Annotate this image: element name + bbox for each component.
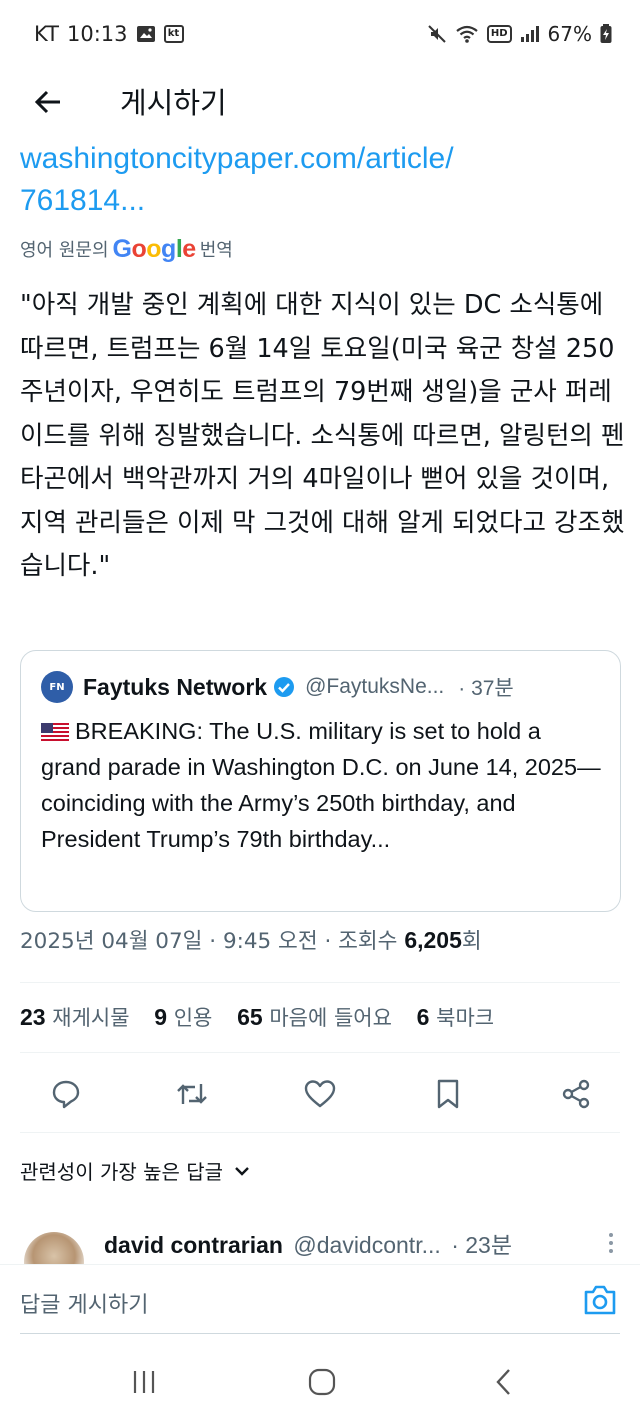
stat-likes[interactable]: 65 마음에 들어요	[237, 1004, 392, 1030]
reply-author-name[interactable]: david contrarian	[104, 1232, 283, 1258]
clock: 10:13	[66, 22, 128, 46]
top-app-bar: 게시하기	[0, 74, 640, 130]
reply-button[interactable]	[48, 1076, 84, 1112]
replies-sort-dropdown[interactable]: 관련성이 가장 높은 답글	[20, 1156, 251, 1185]
stat-quotes[interactable]: 9 인용	[154, 1004, 212, 1030]
home-button[interactable]	[302, 1366, 342, 1398]
status-bar: KT 10:13 kt HD 67%	[0, 0, 640, 72]
reply-header: david contrarian @davidcontr... · 23분	[104, 1226, 512, 1260]
translate-prefix: 영어 원문의	[20, 240, 109, 261]
action-bar	[0, 1066, 640, 1122]
divider	[20, 1052, 620, 1053]
quoted-tweet-header: FN Faytuks Network @FaytuksNe... · 37분	[41, 671, 514, 703]
engagement-stats: 23 재게시물 9 인용 65 마음에 들어요 6 북마크	[20, 1002, 512, 1032]
reply-author-handle[interactable]: @davidcontr...	[293, 1232, 440, 1258]
nav-back-button[interactable]	[484, 1366, 524, 1398]
home-icon	[308, 1368, 336, 1396]
system-nav-bar	[0, 1340, 640, 1422]
signal-icon	[520, 26, 539, 42]
repost-button[interactable]	[174, 1076, 210, 1112]
mute-icon	[428, 25, 446, 43]
translation-attribution[interactable]: 영어 원문의 Google 번역	[20, 232, 233, 266]
recent-apps-button[interactable]	[124, 1366, 164, 1398]
reply-time: · 23분	[451, 1232, 513, 1258]
translate-suffix: 번역	[199, 240, 233, 261]
reply-composer: 답글 게시하기	[0, 1264, 640, 1334]
divider	[20, 982, 620, 983]
reply-author-avatar[interactable]	[24, 1232, 84, 1264]
bookmark-icon	[437, 1079, 459, 1109]
article-link[interactable]: washingtoncitypaper.com/article/ 761814.…	[20, 138, 620, 222]
reply-item[interactable]: david contrarian @davidcontr... · 23분	[0, 1218, 640, 1264]
quoted-author-handle[interactable]: @FaytuksNe...	[305, 675, 444, 699]
like-button[interactable]	[302, 1076, 338, 1112]
reply-icon	[52, 1080, 80, 1109]
quoted-tweet-card[interactable]: FN Faytuks Network @FaytuksNe... · 37분 B…	[20, 650, 621, 912]
divider	[20, 1132, 620, 1133]
view-count-suffix: 회	[461, 929, 482, 954]
article-link-line2[interactable]: 761814...	[20, 180, 620, 222]
wifi-icon	[456, 25, 478, 43]
share-button[interactable]	[558, 1076, 594, 1112]
view-count: 6,205	[404, 927, 462, 953]
quoted-author-name[interactable]: Faytuks Network	[83, 674, 267, 701]
status-left: KT 10:13 kt	[34, 22, 184, 46]
tweet-meta: 2025년 04월 07일 · 9:45 오전 · 조회수 6,205회	[20, 924, 482, 955]
article-link-line1[interactable]: washingtoncitypaper.com/article/	[20, 138, 620, 180]
tweet-datetime: 2025년 04월 07일 · 9:45 오전 · 조회수	[20, 929, 398, 954]
battery-charging-icon	[600, 24, 612, 43]
gallery-notification-icon	[136, 26, 155, 42]
arrow-left-icon	[34, 90, 60, 114]
quoted-tweet-time: · 37분	[458, 677, 514, 700]
verified-badge-icon	[274, 677, 295, 697]
stat-reposts[interactable]: 23 재게시물	[20, 1004, 130, 1030]
chevron-left-icon	[496, 1369, 510, 1395]
chevron-down-icon	[235, 1166, 249, 1176]
share-icon	[562, 1079, 590, 1109]
carrier-label: KT	[34, 22, 59, 46]
quoted-tweet-text-block: BREAKING: The U.S. military is set to ho…	[41, 713, 606, 857]
replies-sort-label: 관련성이 가장 높은 답글	[20, 1160, 224, 1184]
camera-icon	[584, 1285, 616, 1315]
retweet-icon	[177, 1084, 207, 1104]
stat-bookmarks[interactable]: 6 북마크	[417, 1004, 494, 1030]
like-icon	[304, 1080, 336, 1108]
quoted-author-avatar[interactable]: FN	[41, 671, 73, 703]
us-flag-icon	[41, 723, 69, 741]
page-title: 게시하기	[120, 86, 227, 120]
bookmark-button[interactable]	[430, 1076, 466, 1112]
hd-voice-icon: HD	[486, 25, 512, 43]
camera-button[interactable]	[582, 1283, 618, 1317]
status-right: HD 67%	[427, 22, 612, 46]
composer-underline	[20, 1333, 620, 1334]
quoted-tweet-text: BREAKING: The U.S. military is set to ho…	[41, 718, 601, 852]
tweet-body: "아직 개발 중인 계획에 대한 지식이 있는 DC 소식통에 따르면, 트럼프…	[20, 290, 625, 581]
google-logo: Google	[112, 234, 197, 263]
more-vertical-icon[interactable]	[608, 1232, 614, 1254]
kt-app-icon: kt	[163, 25, 184, 43]
battery-percent: 67%	[547, 22, 592, 46]
reply-input[interactable]: 답글 게시하기	[20, 1287, 148, 1319]
back-button[interactable]	[30, 84, 66, 120]
recent-apps-icon	[133, 1371, 155, 1393]
